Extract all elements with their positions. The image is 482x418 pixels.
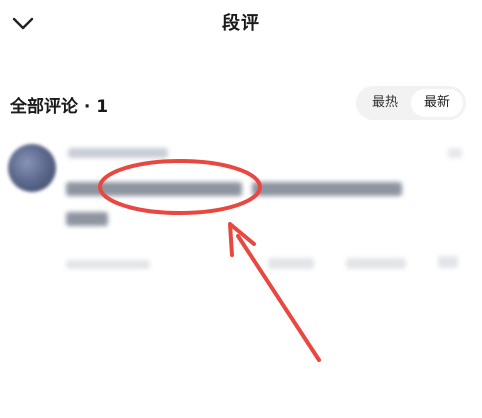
blurred-share-button [438, 256, 458, 268]
sort-toggle: 最热 最新 [356, 86, 466, 120]
blurred-more-icon [448, 148, 462, 158]
blurred-username [68, 148, 168, 158]
sort-new-button[interactable]: 最新 [411, 89, 463, 117]
page-title: 段评 [222, 13, 260, 34]
comments-header: 全部评论 · 1 最热 最新 [10, 86, 472, 122]
blurred-text [66, 212, 108, 226]
all-comments-count: 全部评论 · 1 [10, 97, 109, 117]
blurred-text [252, 182, 402, 196]
blurred-text [66, 182, 242, 196]
avatar[interactable] [8, 144, 56, 192]
header: 段评 [0, 0, 482, 44]
blurred-reply-button [346, 258, 406, 269]
comment-item[interactable] [0, 132, 482, 292]
sort-hot-button[interactable]: 最热 [359, 89, 411, 117]
blurred-timestamp [66, 260, 150, 269]
blurred-like-button [268, 258, 314, 269]
page: 段评 全部评论 · 1 最热 最新 [0, 0, 482, 418]
